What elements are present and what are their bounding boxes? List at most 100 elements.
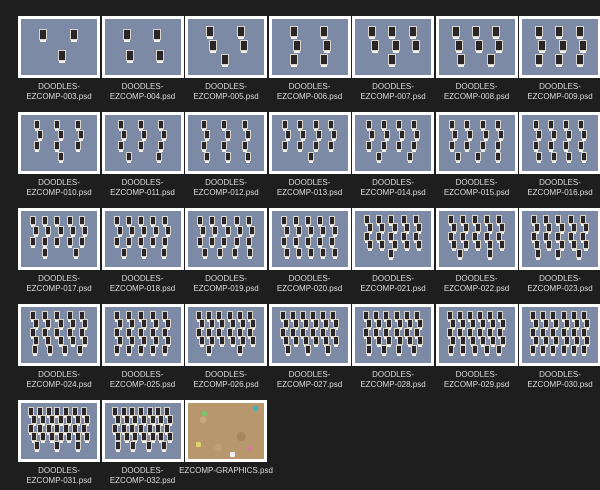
- file-thumbnail[interactable]: [435, 304, 518, 366]
- file-item[interactable]: DOODLES- EZCOMP-016.psd: [519, 112, 600, 202]
- photo-frame: [329, 215, 336, 227]
- photo-frame: [320, 53, 329, 67]
- photo-frame: [566, 151, 573, 163]
- photo-frame: [216, 247, 223, 259]
- file-thumbnail[interactable]: [185, 208, 267, 270]
- photo-frame: [34, 440, 41, 452]
- photo-frame: [204, 130, 211, 142]
- photo-frame: [78, 215, 85, 227]
- photo-frame: [332, 247, 339, 259]
- photo-frame: [30, 215, 37, 227]
- file-thumbnail[interactable]: [18, 16, 100, 78]
- composite-preview: [355, 19, 431, 75]
- file-item[interactable]: DOODLES- EZCOMP-009.psd: [519, 16, 600, 106]
- photo-frame: [34, 141, 41, 153]
- photo-frame: [162, 215, 169, 227]
- photo-frame: [376, 151, 383, 163]
- photo-frame: [247, 247, 254, 259]
- file-thumbnail[interactable]: [268, 304, 351, 366]
- photo-frame: [575, 53, 584, 67]
- photo-frame: [380, 141, 387, 153]
- photo-frame: [315, 130, 322, 142]
- file-thumbnail[interactable]: [352, 16, 434, 78]
- photo-frame: [156, 151, 163, 163]
- photo-frame: [200, 226, 207, 238]
- file-thumbnail[interactable]: [268, 208, 351, 270]
- photo-frame: [325, 344, 332, 356]
- photo-frame: [57, 226, 64, 238]
- file-name-label: DOODLES- EZCOMP-030.psd: [527, 370, 593, 389]
- file-thumbnail[interactable]: [519, 304, 600, 366]
- photo-frame: [241, 141, 248, 153]
- file-thumbnail[interactable]: [519, 112, 600, 174]
- composite-preview: [21, 19, 97, 75]
- photo-frame: [66, 215, 73, 227]
- photo-frame: [289, 53, 298, 67]
- photo-frame: [475, 240, 482, 252]
- photo-frame: [69, 226, 76, 238]
- photo-frame: [368, 130, 375, 142]
- photo-frame: [313, 336, 320, 348]
- file-item[interactable]: DOODLES- EZCOMP-030.psd: [519, 304, 600, 394]
- file-thumbnail[interactable]: [101, 16, 184, 78]
- photo-frame: [396, 141, 403, 153]
- file-item[interactable]: DOODLES- EZCOMP-023.psd: [519, 208, 600, 298]
- photo-frame: [30, 237, 37, 249]
- photo-frame: [406, 151, 413, 163]
- file-thumbnail[interactable]: [352, 304, 434, 366]
- file-item[interactable]: EZCOMP-GRAPHICS.psd: [179, 400, 273, 490]
- file-thumbnail[interactable]: [352, 112, 434, 174]
- file-thumbnail[interactable]: [185, 400, 267, 462]
- file-thumbnail[interactable]: [435, 16, 518, 78]
- photo-frame: [292, 336, 299, 348]
- photo-frame: [115, 440, 122, 452]
- file-thumbnail[interactable]: [18, 400, 100, 462]
- photo-frame: [229, 336, 236, 348]
- photo-frame: [452, 130, 459, 142]
- photo-frame: [40, 432, 47, 444]
- file-thumbnail[interactable]: [268, 16, 351, 78]
- file-thumbnail[interactable]: [101, 112, 184, 174]
- file-thumbnail[interactable]: [185, 304, 267, 366]
- photo-frame: [221, 119, 228, 131]
- photo-frame: [581, 151, 588, 163]
- photo-frame: [547, 141, 554, 153]
- file-thumbnail[interactable]: [435, 112, 518, 174]
- file-thumbnail[interactable]: [268, 112, 351, 174]
- photo-frame: [329, 237, 336, 249]
- photo-frame: [367, 240, 374, 252]
- file-thumbnail[interactable]: [101, 400, 184, 462]
- photo-frame: [34, 119, 41, 131]
- photo-frame: [153, 226, 160, 238]
- photo-frame: [37, 130, 44, 142]
- file-thumbnail[interactable]: [101, 208, 184, 270]
- photo-frame: [206, 25, 215, 39]
- file-thumbnail[interactable]: [435, 208, 518, 270]
- composite-preview: [104, 115, 181, 171]
- composite-preview: [188, 211, 264, 267]
- file-name-label: DOODLES- EZCOMP-009.psd: [527, 82, 593, 101]
- photo-frame: [123, 432, 130, 444]
- file-item[interactable]: DOODLES- EZCOMP-032.psd: [101, 400, 184, 490]
- file-thumbnail[interactable]: [101, 304, 184, 366]
- photo-frame: [201, 119, 208, 131]
- photo-frame: [308, 226, 315, 238]
- photo-frame: [388, 248, 395, 260]
- file-thumbnail[interactable]: [185, 112, 267, 174]
- photo-frame: [209, 39, 218, 53]
- file-thumbnail[interactable]: [352, 208, 434, 270]
- photo-frame: [282, 119, 289, 131]
- photo-frame: [57, 50, 66, 64]
- file-thumbnail[interactable]: [185, 16, 267, 78]
- composite-preview: [271, 115, 348, 171]
- file-name-label: EZCOMP-GRAPHICS.psd: [179, 466, 273, 475]
- photo-frame: [128, 226, 135, 238]
- photo-frame: [403, 240, 410, 252]
- photo-frame: [284, 344, 291, 356]
- file-thumbnail[interactable]: [18, 304, 100, 366]
- file-thumbnail[interactable]: [519, 16, 600, 78]
- file-thumbnail[interactable]: [519, 208, 600, 270]
- photo-frame: [77, 344, 84, 356]
- file-thumbnail[interactable]: [18, 208, 100, 270]
- file-thumbnail[interactable]: [18, 112, 100, 174]
